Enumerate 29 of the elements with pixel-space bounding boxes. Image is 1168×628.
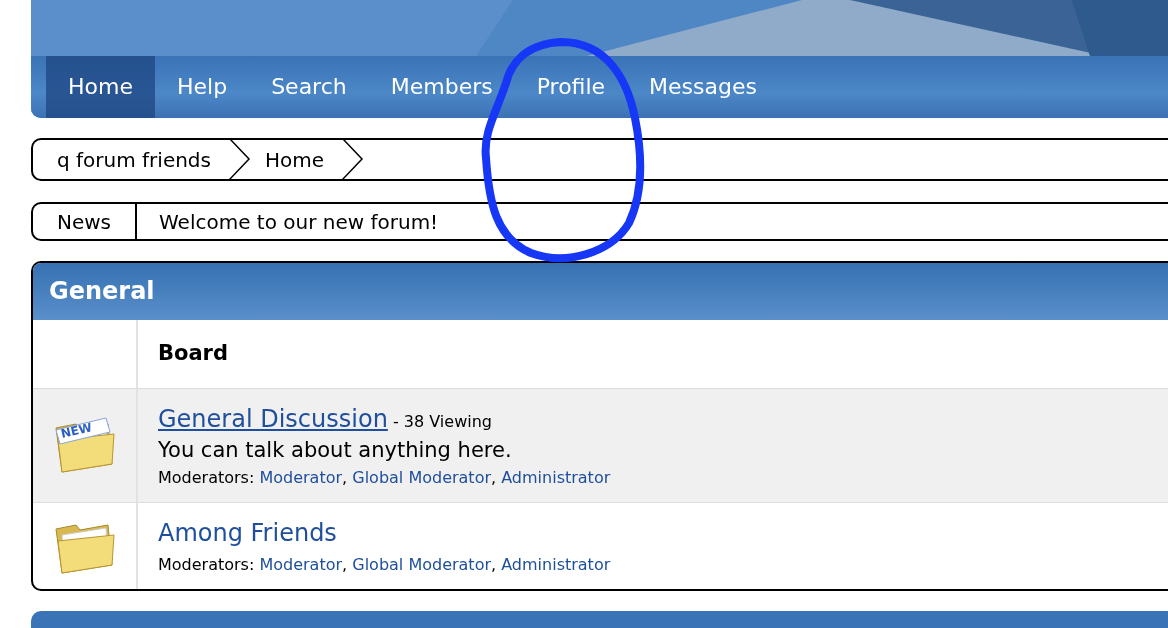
moderator-link[interactable]: Moderator (259, 554, 343, 574)
nav-tab[interactable]: Search (249, 56, 369, 118)
nav-tab[interactable]: Profile (514, 56, 628, 118)
category-title: General (33, 263, 1168, 320)
moderator-link[interactable]: Administrator (501, 554, 611, 574)
nav-tab[interactable]: Home (46, 56, 155, 118)
moderators-label: Moderators: (158, 554, 255, 574)
breadcrumb-link[interactable]: Home (265, 144, 325, 175)
separator-text: , (342, 467, 348, 487)
nav-tab[interactable]: Messages (627, 56, 779, 118)
new-label: NEW (59, 420, 93, 442)
separator-text: , (342, 554, 348, 574)
moderator-link[interactable]: Administrator (501, 467, 611, 487)
board-link[interactable]: General Discussion (158, 404, 388, 433)
moderator-link[interactable]: Moderator (259, 467, 343, 487)
moderators-label: Moderators: (158, 467, 255, 487)
board-link[interactable]: Among Friends (158, 518, 337, 547)
nav-tab[interactable]: Help (154, 56, 250, 118)
board-description: You can talk about anything here. (158, 436, 513, 464)
separator-text: , (491, 554, 497, 574)
separator-text: , (491, 467, 497, 487)
column-header: Board (157, 340, 229, 367)
news-text: Welcome to our new forum! (158, 208, 439, 236)
moderator-link[interactable]: Global Moderator (352, 554, 491, 574)
news-label: News (33, 204, 137, 239)
breadcrumb-link[interactable]: q forum friends (57, 144, 211, 175)
moderator-link[interactable]: Global Moderator (352, 467, 491, 487)
viewing-count: - 38 Viewing (392, 411, 492, 431)
nav-tab[interactable]: Members (368, 56, 515, 118)
